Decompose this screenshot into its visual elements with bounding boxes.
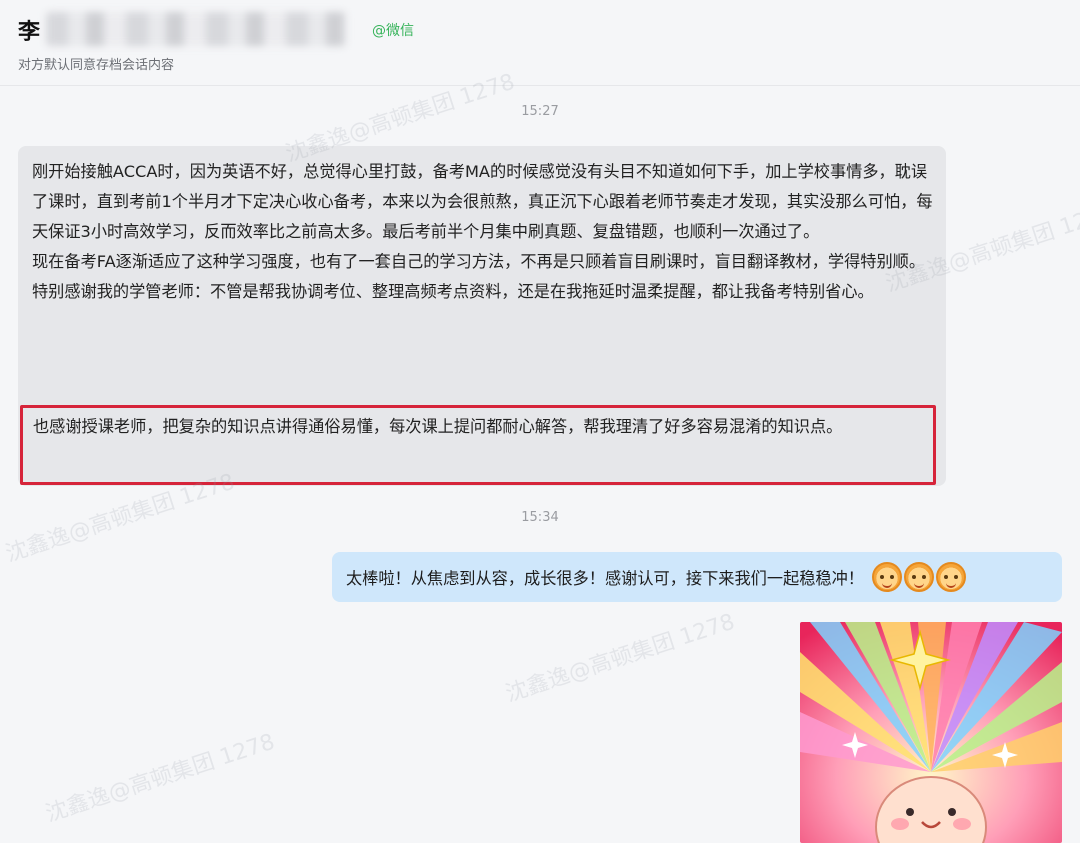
platform-tag: @微信 (372, 23, 414, 39)
outgoing-message-text: 太棒啦！从焦虑到从容，成长很多！感谢认可，接下来我们一起稳稳冲！ (346, 569, 864, 588)
consent-note: 对方默认同意存档会话内容 (18, 58, 175, 73)
celebrate-face-icon (936, 562, 966, 592)
emoji-group (872, 562, 968, 592)
watermark: 沈鑫逸@高顿集团 1278 (502, 609, 738, 708)
message-paragraph: 现在备考FA逐渐适应了这种学习强度，也有了一套自己的学习方法，不再是只顾着盲目刷… (32, 252, 926, 271)
watermark: 沈鑫逸@高顿集团 1278 (42, 729, 278, 828)
contact-name[interactable]: 李 (18, 14, 40, 46)
highlighted-text: 也感谢授课老师，把复杂的知识点讲得通俗易懂，每次课上提问都耐心解答，帮我理清了好… (33, 417, 843, 436)
celebrate-face-icon (904, 562, 934, 592)
name-redaction (46, 12, 346, 46)
timestamp: 15:34 (521, 510, 559, 525)
message-paragraph: 刚开始接触ACCA时，因为英语不好，总觉得心里打鼓，备考MA的时候感觉没有头目不… (32, 162, 933, 241)
chat-header: 李 @微信 对方默认同意存档会话内容 (0, 0, 1080, 86)
celebrate-face-icon (872, 562, 902, 592)
message-paragraph: 特别感谢我的学管老师：不管是帮我协调考位、整理高频考点资料，还是在我拖延时温柔提… (32, 282, 874, 301)
rainbow-burst-sticker[interactable] (800, 622, 1062, 843)
outgoing-message-bubble[interactable]: 太棒啦！从焦虑到从容，成长很多！感谢认可，接下来我们一起稳稳冲！ (332, 552, 1062, 602)
timestamp: 15:27 (521, 104, 559, 119)
highlighted-message-paragraph: 也感谢授课老师，把复杂的知识点讲得通俗易懂，每次课上提问都耐心解答，帮我理清了好… (20, 405, 936, 485)
